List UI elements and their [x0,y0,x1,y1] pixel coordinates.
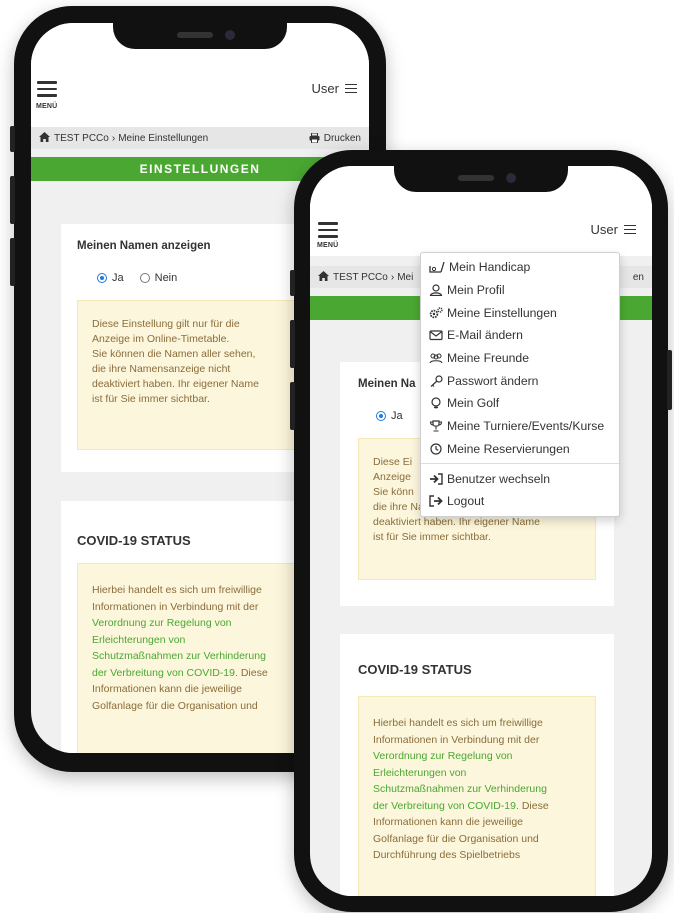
handicap-icon [429,262,445,273]
menu-item-settings[interactable]: Meine Einstellungen [421,301,619,324]
note-line: deaktiviert haben. Ihr eigener Name [373,516,540,528]
user-label: User [590,222,618,237]
notch [394,166,568,192]
user-menu-button[interactable]: User [312,81,357,96]
covid-line: Informationen kann die jeweilige [373,816,524,828]
covid-line: Diese [518,799,549,812]
notch [113,23,287,49]
key-icon [430,375,443,387]
menu-item-profile[interactable]: Mein Profil [421,279,619,302]
name-display-radio-group: Ja [376,410,403,422]
home-icon[interactable] [39,131,50,145]
menu-item-tournaments[interactable]: Meine Turniere/Events/Kurse [421,415,619,438]
regulation-link[interactable]: Verordnung zur Regelung von [373,748,581,765]
breadcrumb-home[interactable]: TEST PCCo [333,272,388,283]
menu-item-label: Meine Reservierungen [447,441,570,456]
breadcrumb-tail: en [632,271,644,283]
breadcrumb-separator: › [111,132,116,144]
regulation-link[interactable]: Schutzmaßnahmen zur Verhinderung [373,781,581,798]
print-button[interactable]: Drucken [309,133,361,144]
radio-yes-dot[interactable] [376,411,386,421]
breadcrumb: TEST PCCo › Meine Einstellungen Drucken [31,127,369,149]
radio-yes-dot[interactable] [97,273,107,283]
logout-icon [429,495,443,507]
menu-item-label: Mein Golf [447,396,500,411]
menu-item-change-password[interactable]: Passwort ändern [421,369,619,392]
user-label: User [311,81,339,96]
breadcrumb-current: Meine Einstellungen [118,132,209,144]
menu-item-label: Benutzer wechseln [447,471,550,486]
regulation-link[interactable]: der Verbreitung von COVID-19. [92,667,238,679]
covid-line: Hierbei handelt es sich um freiwillige [373,717,543,729]
menu-item-change-email[interactable]: E-Mail ändern [421,324,619,347]
user-menu-icon [345,81,357,95]
menu-divider [421,463,619,465]
covid-title: COVID-19 STATUS [358,662,472,677]
menu-item-label: Mein Profil [447,283,505,298]
gears-icon [429,307,443,319]
front-phone: MENÜ User TEST PCCo › Mei en Meinen Na J… [290,150,672,912]
hamburger-menu-icon[interactable] [318,222,338,242]
covid-line: Durchführung des Spielbetriebs [373,849,521,861]
menu-item-label: Mein Handicap [449,260,531,275]
menu-item-label: Meine Einstellungen [447,305,557,320]
name-display-radio-group: Ja Nein [97,272,177,284]
card-title: Meinen Na [358,378,416,390]
menu-item-my-golf[interactable]: Mein Golf [421,392,619,415]
covid-line: Informationen in Verbindung mit der [373,733,540,746]
covid-title: COVID-19 STATUS [77,533,191,548]
breadcrumb-separator: › [390,271,395,283]
menu-item-label: Meine Freunde [447,351,529,366]
radio-yes[interactable]: Ja [376,410,403,422]
menu-item-friends[interactable]: Meine Freunde [421,347,619,370]
menu-item-logout[interactable]: Logout [421,490,619,513]
clock-icon [430,443,442,455]
print-label: Drucken [323,132,361,144]
home-icon[interactable] [318,270,329,284]
user-menu-button[interactable]: User [591,222,636,237]
radio-no-dot[interactable] [139,273,150,283]
trophy-icon [429,420,443,432]
menu-item-label: Logout [447,494,485,509]
covid-line: Diese [237,666,268,679]
regulation-link[interactable]: Erleichterungen von [373,765,581,782]
breadcrumb-current: Mei [397,271,414,283]
printer-icon [309,133,320,143]
radio-yes-label: Ja [112,272,124,284]
user-icon [429,284,443,297]
hamburger-menu-icon[interactable] [37,81,57,101]
golf-ball-icon [431,397,441,409]
card-title: Meinen Namen anzeigen [77,240,211,252]
friends-icon [429,353,443,364]
switch-user-icon [430,472,443,485]
menu-item-label: Passwort ändern [447,373,539,388]
menu-item-handicap[interactable]: Mein Handicap [421,256,619,279]
menu-item-label: E-Mail ändern [447,328,523,343]
menu-item-label: Meine Turniere/Events/Kurse [447,419,605,434]
radio-no-label: Nein [154,272,178,284]
menu-label: MENÜ [36,103,58,110]
breadcrumb-home[interactable]: TEST PCCo [54,133,109,144]
envelope-icon [429,330,443,341]
covid-status-card: COVID-19 STATUS Hierbei handelt es sich … [340,634,614,896]
menu-label: MENÜ [317,242,339,249]
regulation-link[interactable]: der Verbreitung von COVID-19. [373,800,519,812]
radio-yes-label: Ja [391,410,403,422]
user-dropdown-menu: Mein Handicap Mein Profil Meine Einstell… [420,252,620,517]
front-phone-screen: MENÜ User TEST PCCo › Mei en Meinen Na J… [310,166,652,896]
menu-item-reservations[interactable]: Meine Reservierungen [421,438,619,461]
covid-note: Hierbei handelt es sich um freiwillige I… [358,696,596,896]
user-menu-icon [624,222,636,236]
radio-yes[interactable]: Ja [97,272,124,284]
note-line: ist für Sie immer sichtbar. [373,531,491,543]
menu-item-switch-user[interactable]: Benutzer wechseln [421,467,619,490]
radio-no[interactable]: Nein [139,272,178,284]
covid-line: Golfanlage für die Organisation und [373,832,539,845]
